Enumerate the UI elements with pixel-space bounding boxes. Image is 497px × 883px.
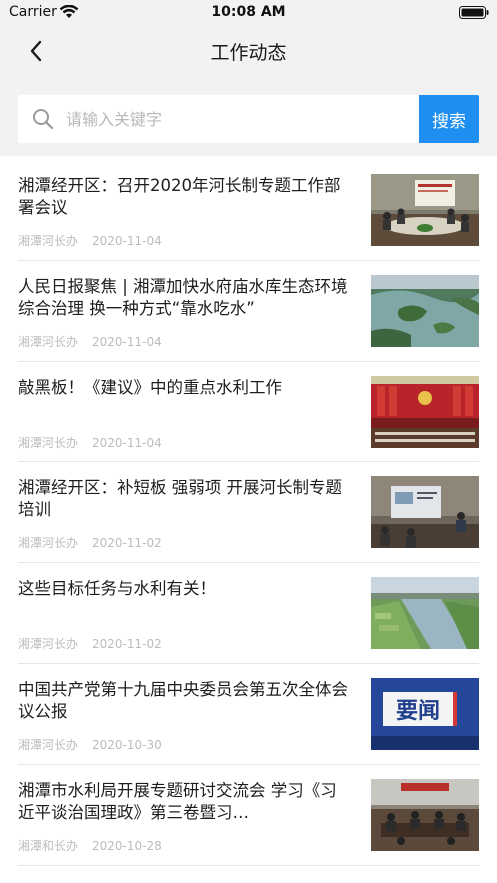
news-thumbnail bbox=[371, 577, 479, 650]
news-title: 这些目标任务与水利有关！ bbox=[18, 579, 216, 599]
status-bar: Carrier 10:08 AM bbox=[0, 0, 497, 26]
battery-icon bbox=[459, 6, 489, 19]
news-thumbnail bbox=[371, 476, 479, 549]
news-thumbnail: 要闻 bbox=[371, 677, 479, 750]
news-source: 湘潭河长办 bbox=[18, 536, 79, 551]
news-title: 湘潭经开区：召开2020年河长制专题工作部署会议 bbox=[18, 176, 341, 217]
news-date: 2020-11-04 bbox=[92, 435, 162, 450]
news-source: 湘潭和长办 bbox=[18, 838, 79, 853]
news-list-item[interactable]: 这些目标任务与水利有关！ 湘潭河长办 2020-11-02 bbox=[18, 563, 479, 664]
seminar-photo bbox=[371, 778, 479, 851]
news-meta: 湘潭河长办 2020-10-30 bbox=[18, 736, 162, 753]
news-date: 2020-10-30 bbox=[92, 737, 162, 752]
news-list: 湘潭经开区：召开2020年河长制专题工作部署会议 湘潭河长办 2020-11-04 bbox=[0, 160, 497, 866]
news-date: 2020-10-28 bbox=[92, 838, 162, 853]
search-box bbox=[18, 95, 419, 143]
news-list-item[interactable]: 中国共产党第十九届中央委员会第五次全体会议公报 湘潭河长办 2020-10-30 … bbox=[18, 664, 479, 765]
news-title: 湘潭市水利局开展专题研讨交流会 学习《习近平谈治国理政》第三卷暨习… bbox=[18, 780, 337, 822]
chevron-left-icon bbox=[30, 40, 42, 62]
news-source: 湘潭河长办 bbox=[18, 234, 79, 248]
news-date: 2020-11-04 bbox=[92, 334, 162, 349]
news-date: 2020-11-04 bbox=[92, 234, 162, 248]
news-date: 2020-11-02 bbox=[92, 536, 162, 551]
news-list-item[interactable]: 敲黑板！《建议》中的重点水利工作 湘潭河长办 2020-11-04 bbox=[18, 362, 479, 463]
search-input[interactable] bbox=[66, 101, 406, 137]
search-button[interactable]: 搜索 bbox=[419, 95, 479, 143]
news-title: 湘潭经开区：补短板 强弱项 开展河长制专题培训 bbox=[18, 478, 342, 520]
news-title: 敲黑板！《建议》中的重点水利工作 bbox=[18, 377, 282, 397]
navigation-bar: 工作动态 bbox=[0, 26, 497, 78]
news-source: 湘潭河长办 bbox=[18, 334, 79, 349]
reservoir-aerial-photo bbox=[371, 274, 479, 347]
news-meta: 湘潭河长办 2020-11-02 bbox=[18, 534, 162, 551]
headline-news-graphic: 要闻 bbox=[371, 677, 479, 750]
news-title: 中国共产党第十九届中央委员会第五次全体会议公报 bbox=[18, 679, 348, 721]
news-title: 人民日报聚焦 | 湘潭加快水府庙水库生态环境综合治理 换一种方式“靠水吃水” bbox=[18, 276, 348, 318]
news-meta: 湘潭河长办 2020-11-04 bbox=[18, 232, 162, 249]
search-area: 搜索 bbox=[0, 78, 497, 156]
news-list-item[interactable]: 湘潭经开区：补短板 强弱项 开展河长制专题培训 湘潭河长办 2020-11-02 bbox=[18, 462, 479, 564]
back-button[interactable] bbox=[22, 36, 52, 66]
news-source: 湘潭河长办 bbox=[18, 737, 79, 752]
news-meta: 湘潭河长办 2020-11-02 bbox=[18, 635, 162, 652]
page-title: 工作动态 bbox=[210, 42, 287, 64]
headline-graphic-text: 要闻 bbox=[396, 699, 440, 724]
news-list-item[interactable]: 湘潭经开区：召开2020年河长制专题工作部署会议 湘潭河长办 2020-11-04 bbox=[18, 160, 479, 261]
news-thumbnail bbox=[371, 778, 479, 851]
news-meta: 湘潭和长办 2020-10-28 bbox=[18, 837, 162, 854]
training-session-photo bbox=[371, 476, 479, 549]
news-date: 2020-11-02 bbox=[92, 637, 162, 652]
status-time: 10:08 AM bbox=[211, 4, 286, 20]
news-list-item[interactable]: 人民日报聚焦 | 湘潭加快水府庙水库生态环境综合治理 换一种方式“靠水吃水” 湘… bbox=[18, 261, 479, 362]
news-source: 湘潭河长办 bbox=[18, 435, 79, 450]
news-thumbnail bbox=[371, 274, 479, 347]
news-list-item[interactable]: 湘潭市水利局开展专题研讨交流会 学习《习近平谈治国理政》第三卷暨习… 湘潭和长办… bbox=[18, 765, 479, 866]
meeting-room-photo bbox=[371, 174, 479, 246]
search-icon bbox=[33, 109, 54, 130]
river-landscape-photo bbox=[371, 577, 479, 650]
news-meta: 湘潭河长办 2020-11-04 bbox=[18, 434, 162, 451]
news-meta: 湘潭河长办 2020-11-04 bbox=[18, 333, 162, 350]
news-thumbnail bbox=[371, 174, 479, 246]
plenary-session-photo bbox=[371, 375, 479, 448]
news-source: 湘潭河长办 bbox=[18, 637, 79, 652]
news-thumbnail bbox=[371, 375, 479, 448]
